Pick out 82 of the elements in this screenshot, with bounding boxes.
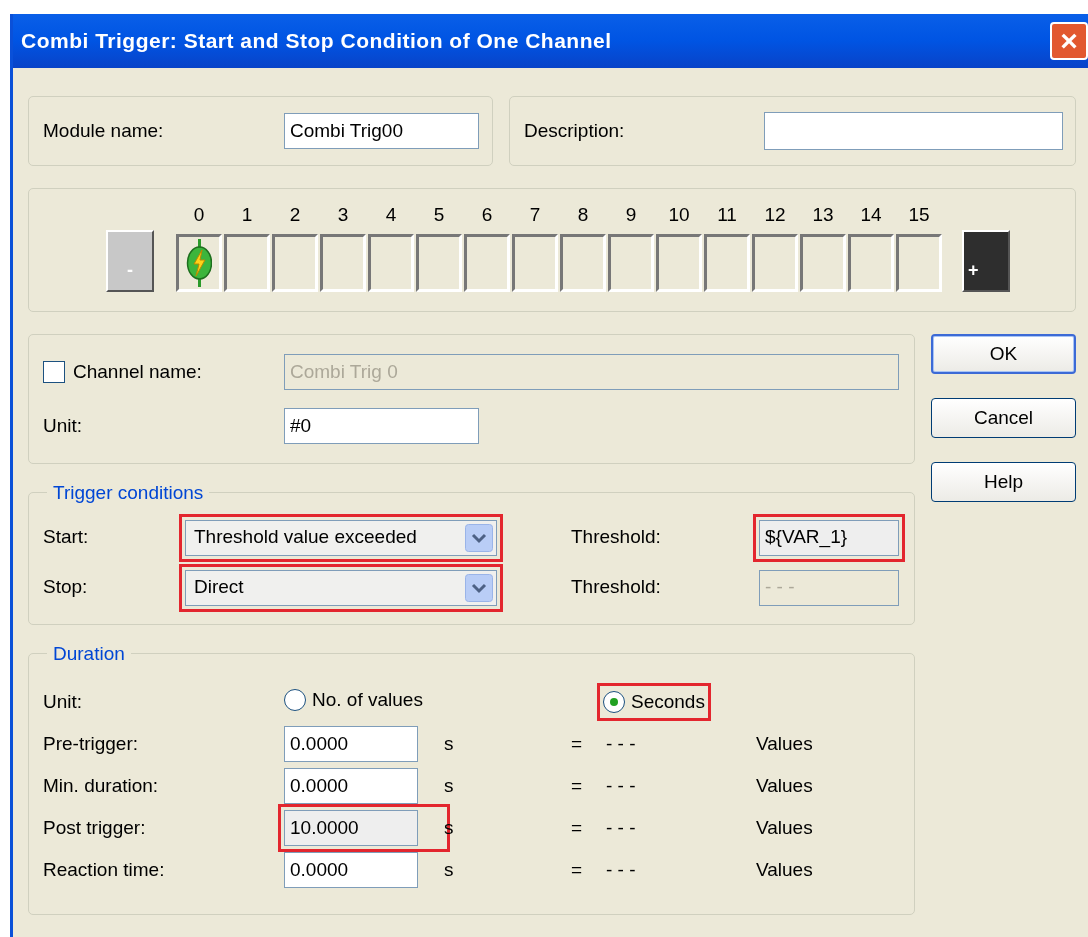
- field-label: Description:: [524, 118, 626, 143]
- field-label: Pre-trigger:: [43, 731, 140, 756]
- channel-slot[interactable]: [896, 234, 942, 292]
- equals-sign: =: [571, 731, 584, 756]
- input-field[interactable]: 0.0000: [284, 768, 418, 804]
- field-label: Post trigger:: [43, 815, 147, 840]
- channel-slot[interactable]: [704, 234, 750, 292]
- unit-label: s: [444, 731, 455, 756]
- dropdown[interactable]: Threshold value exceeded: [185, 519, 497, 556]
- field-label: Min. duration:: [43, 773, 160, 798]
- channel-number: 11: [717, 205, 737, 224]
- channel-slot[interactable]: [416, 234, 462, 292]
- channel-number: 15: [908, 205, 930, 224]
- close-button[interactable]: ×: [1050, 22, 1088, 60]
- field-label: Reaction time:: [43, 857, 166, 882]
- channel-slot[interactable]: [560, 234, 606, 292]
- equals-sign: =: [571, 773, 584, 798]
- dropdown[interactable]: Direct: [185, 569, 497, 606]
- lightning-icon: [186, 239, 212, 287]
- channel-number: 3: [337, 205, 349, 224]
- channel-slot[interactable]: [176, 234, 222, 292]
- field-label: Threshold:: [571, 525, 662, 550]
- channel-slot[interactable]: [320, 234, 366, 292]
- channel-slot[interactable]: [512, 234, 558, 292]
- channel-number: 7: [529, 205, 541, 224]
- unit-label: Values: [756, 731, 813, 756]
- channel-slot[interactable]: [368, 234, 414, 292]
- channel-number: 0: [193, 205, 205, 224]
- chevron-down-icon: [465, 573, 493, 602]
- channel-number: 10: [668, 205, 690, 224]
- window-title: Combi Trigger: Start and Stop Condition of One Channel: [21, 28, 612, 55]
- dialog-button[interactable]: OK: [931, 334, 1076, 374]
- dialog-button[interactable]: Help: [931, 462, 1076, 502]
- field-label: Module name:: [43, 118, 165, 143]
- checkbox[interactable]: [43, 361, 65, 383]
- channel-number: 4: [385, 205, 397, 224]
- radio-button[interactable]: Seconds: [603, 689, 705, 715]
- chevron-down-icon: [465, 523, 493, 552]
- field-label: Start:: [43, 525, 90, 550]
- field-label: Unit:: [43, 413, 84, 438]
- channel-slot[interactable]: [608, 234, 654, 292]
- checkbox-label: Channel name:: [73, 359, 202, 384]
- unit-label: s: [444, 773, 455, 798]
- channel-slot[interactable]: [800, 234, 846, 292]
- value-count: - - -: [606, 857, 637, 882]
- input-field[interactable]: #0: [284, 408, 479, 444]
- unit-label: Values: [756, 773, 813, 798]
- input-field[interactable]: Combi Trig00: [284, 113, 479, 149]
- field-label: Threshold:: [571, 575, 662, 600]
- channel-number: 8: [577, 205, 589, 224]
- channel-number: 2: [289, 205, 301, 224]
- channel-number: 6: [481, 205, 493, 224]
- unit-label: s: [444, 857, 455, 882]
- value-count: - - -: [606, 815, 637, 840]
- input-field[interactable]: 0.0000: [284, 726, 418, 762]
- field-label: Unit:: [43, 689, 84, 714]
- channel-slot[interactable]: [224, 234, 270, 292]
- channel-slot[interactable]: [272, 234, 318, 292]
- value-count: - - -: [606, 773, 637, 798]
- next-button[interactable]: +: [962, 230, 1010, 292]
- channel-number: 5: [433, 205, 445, 224]
- field-label: Stop:: [43, 575, 89, 600]
- channel-slot[interactable]: [656, 234, 702, 292]
- channel-number: 12: [764, 205, 786, 224]
- unit-label: Values: [756, 857, 813, 882]
- radio-button[interactable]: No. of values: [284, 686, 423, 713]
- input-field[interactable]: 10.0000: [284, 810, 418, 846]
- input-field[interactable]: 0.0000: [284, 852, 418, 888]
- channel-number: 9: [625, 205, 637, 224]
- channel-slot[interactable]: [848, 234, 894, 292]
- unit-label: Values: [756, 815, 813, 840]
- channel-slot[interactable]: [464, 234, 510, 292]
- channel-number: 13: [812, 205, 834, 224]
- channel-number: 14: [860, 205, 882, 224]
- channel-number: 1: [241, 205, 253, 224]
- input-field[interactable]: [764, 112, 1063, 150]
- value-count: - - -: [606, 731, 637, 756]
- channel-slot[interactable]: [752, 234, 798, 292]
- input-field[interactable]: ${VAR_1}: [759, 519, 899, 556]
- equals-sign: =: [571, 857, 584, 882]
- equals-sign: =: [571, 815, 584, 840]
- dialog-button[interactable]: Cancel: [931, 398, 1076, 438]
